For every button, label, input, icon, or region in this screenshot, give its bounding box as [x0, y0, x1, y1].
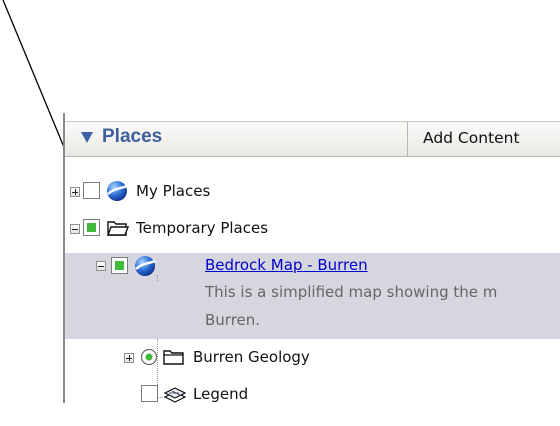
collapse-icon[interactable] — [70, 224, 80, 234]
bedrock-map-checkbox[interactable] — [111, 257, 128, 274]
places-panel: Places Add Content My Places Temporary P… — [63, 113, 560, 403]
globe-icon — [107, 181, 128, 201]
expand-icon[interactable] — [70, 187, 80, 197]
temporary-places-label[interactable]: Temporary Places — [136, 219, 268, 237]
expand-icon[interactable] — [124, 353, 134, 363]
places-header: Places Add Content — [65, 121, 560, 157]
folder-icon — [163, 350, 184, 365]
bedrock-map-link[interactable]: Bedrock Map - Burren — [205, 256, 368, 274]
legend-checkbox[interactable] — [141, 385, 158, 402]
tree-item-burren-geology[interactable]: Burren Geology — [65, 346, 560, 370]
bedrock-map-description-cont: Burren. — [205, 311, 261, 329]
collapse-triangle-icon[interactable] — [81, 132, 93, 143]
burren-geology-label[interactable]: Burren Geology — [193, 348, 310, 366]
temporary-places-checkbox[interactable] — [83, 219, 100, 236]
tree-item-my-places[interactable]: My Places — [65, 180, 560, 204]
add-content-button[interactable]: Add Content — [408, 122, 560, 156]
places-title[interactable]: Places — [102, 126, 162, 148]
layers-icon — [163, 387, 187, 403]
open-folder-icon — [107, 221, 129, 236]
tree-item-legend[interactable]: Legend — [65, 383, 560, 407]
collapse-icon[interactable] — [96, 261, 106, 271]
globe-icon — [135, 256, 156, 276]
my-places-label[interactable]: My Places — [136, 182, 210, 200]
add-content-label: Add Content — [423, 129, 520, 147]
my-places-checkbox[interactable] — [83, 182, 100, 199]
tree-item-temporary-places[interactable]: Temporary Places — [65, 217, 560, 241]
tree-item-bedrock-map[interactable]: Bedrock Map - Burren — [65, 253, 560, 277]
legend-label[interactable]: Legend — [193, 385, 248, 403]
radio-selected-icon[interactable] — [140, 348, 158, 366]
bedrock-map-description: This is a simplified map showing the m — [205, 283, 498, 301]
